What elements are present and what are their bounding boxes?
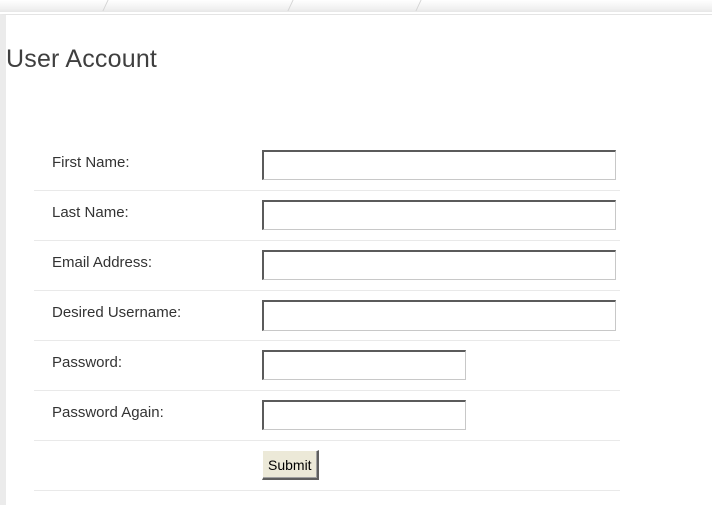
tab-divider bbox=[287, 0, 294, 11]
desired-username-row: Desired Username: bbox=[34, 291, 620, 341]
tab-strip bbox=[0, 0, 712, 12]
password-input[interactable] bbox=[262, 350, 466, 380]
password-again-row: Password Again: bbox=[34, 391, 620, 441]
last-name-row: Last Name: bbox=[34, 191, 620, 241]
first-name-row: First Name: bbox=[34, 141, 620, 191]
desired-username-input[interactable] bbox=[262, 300, 616, 331]
password-label: Password: bbox=[52, 354, 123, 371]
password-again-input[interactable] bbox=[262, 400, 466, 430]
password-row: Password: bbox=[34, 341, 620, 391]
first-name-input[interactable] bbox=[262, 150, 616, 180]
desired-username-label: Desired Username: bbox=[52, 304, 182, 321]
password-again-label: Password Again: bbox=[52, 404, 164, 421]
content-panel: User Account First Name: Last Name: Emai… bbox=[0, 14, 712, 505]
user-account-form: First Name: Last Name: Email Address: De… bbox=[34, 141, 620, 491]
last-name-input[interactable] bbox=[262, 200, 616, 230]
page: User Account First Name: Last Name: Emai… bbox=[0, 0, 712, 505]
email-address-label: Email Address: bbox=[52, 254, 153, 271]
first-name-label: First Name: bbox=[52, 154, 130, 171]
submit-row: Submit bbox=[34, 441, 620, 491]
submit-button[interactable]: Submit bbox=[262, 450, 319, 480]
email-address-input[interactable] bbox=[262, 250, 616, 280]
page-title: User Account bbox=[6, 45, 158, 73]
tab-divider bbox=[102, 0, 109, 11]
tab-divider bbox=[415, 0, 422, 11]
email-address-row: Email Address: bbox=[34, 241, 620, 291]
last-name-label: Last Name: bbox=[52, 204, 129, 221]
